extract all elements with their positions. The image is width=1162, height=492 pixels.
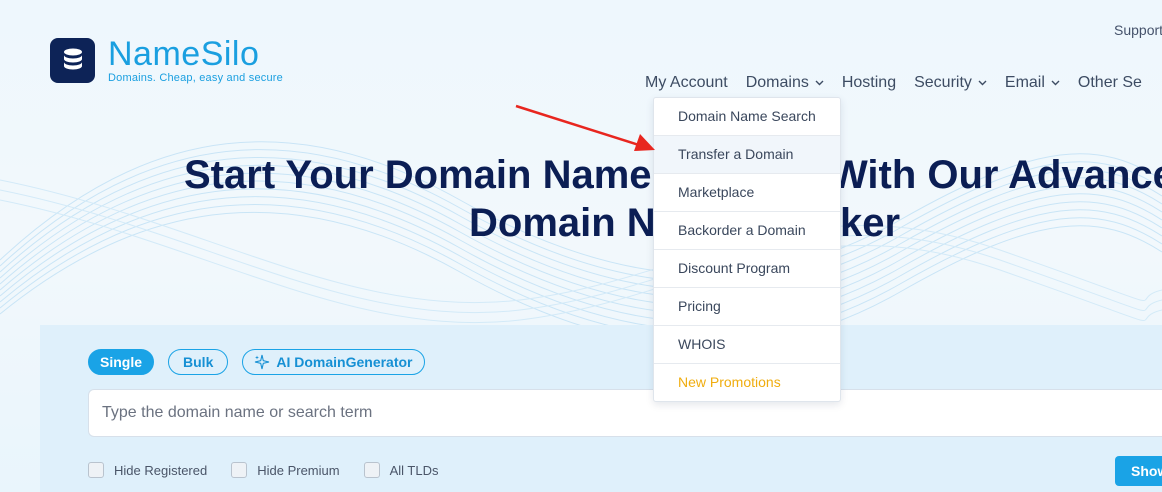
nav-item-label: Email <box>1004 74 1045 91</box>
filter-label: Hide Registered <box>114 462 208 478</box>
brand-name: NameSilo <box>108 35 260 73</box>
filter-hide-premium[interactable]: Hide Premium <box>231 462 340 478</box>
filter-label: Hide Premium <box>257 462 340 478</box>
menu-item-discount-program[interactable]: Discount Program <box>654 250 840 288</box>
tab-bulk[interactable]: Bulk <box>168 349 229 375</box>
show-button[interactable]: Show <box>1115 456 1162 486</box>
hero-line-2-start: Domain N <box>469 201 656 245</box>
filter-hide-registered[interactable]: Hide Registered <box>88 462 207 478</box>
logo[interactable]: NameSilo Domains. Cheap, easy and secure <box>50 35 283 84</box>
menu-item-new-promotions[interactable]: New Promotions <box>654 364 840 401</box>
menu-item-domain-name-search[interactable]: Domain Name Search <box>654 98 840 136</box>
search-mode-tabs: Single Bulk AI DomainGenerator <box>88 349 439 375</box>
domain-search-input[interactable] <box>88 389 1162 437</box>
tab-ai-domain-generator[interactable]: AI DomainGenerator <box>242 349 425 375</box>
filter-label: All TLDs <box>389 462 439 478</box>
nav-item-my-account[interactable]: My Account <box>645 74 728 92</box>
tab-single[interactable]: Single <box>88 349 155 375</box>
chevron-down-icon <box>978 80 987 86</box>
hide-registered-checkbox[interactable] <box>88 462 104 478</box>
site-header: NameSilo Domains. Cheap, easy and secure… <box>0 0 1162 110</box>
nav-item-label: Hosting <box>841 74 897 91</box>
hide-premium-checkbox[interactable] <box>231 462 248 478</box>
nav-item-email[interactable]: Email <box>1005 74 1060 92</box>
filter-all-tlds[interactable]: All TLDs <box>363 462 439 478</box>
chevron-down-icon <box>1051 80 1060 86</box>
tab-label: Single <box>100 354 143 370</box>
tab-label: AI DomainGenerator <box>276 354 413 370</box>
search-filters: Hide Registered Hide Premium All TLDs <box>88 462 462 478</box>
nav-item-security[interactable]: Security <box>914 74 987 92</box>
menu-item-marketplace[interactable]: Marketplace <box>654 174 840 212</box>
tab-label: Bulk <box>183 354 214 370</box>
hero-line-2-end: ker <box>840 201 901 245</box>
nav-item-domains[interactable]: Domains <box>746 74 824 92</box>
sparkle-icon <box>254 354 270 370</box>
hero-line-1-start: Start Your Domain Name <box>184 153 652 197</box>
brand-tagline: Domains. Cheap, easy and secure <box>108 72 283 84</box>
menu-item-whois[interactable]: WHOIS <box>654 326 840 364</box>
nav-item-other-services[interactable]: Other Se <box>1078 74 1142 92</box>
nav-item-label: Other Se <box>1077 74 1142 91</box>
database-icon <box>50 38 95 83</box>
nav-item-label: Domains <box>745 74 809 91</box>
menu-item-pricing[interactable]: Pricing <box>654 288 840 326</box>
menu-item-backorder-a-domain[interactable]: Backorder a Domain <box>654 212 840 250</box>
nav-item-label: Security <box>914 74 972 91</box>
nav-item-label: My Account <box>645 74 728 91</box>
domains-dropdown-menu: Domain Name Search Transfer a Domain Mar… <box>653 97 841 402</box>
hero-line-1-end: With Our Advance <box>830 153 1162 197</box>
support-link[interactable]: Support <box>1114 22 1162 38</box>
all-tlds-checkbox[interactable] <box>363 462 380 478</box>
main-nav: My Account Domains Hosting Security Emai… <box>645 74 1160 92</box>
menu-item-transfer-a-domain[interactable]: Transfer a Domain <box>654 136 840 174</box>
nav-item-hosting[interactable]: Hosting <box>842 74 896 92</box>
chevron-down-icon <box>815 80 824 86</box>
